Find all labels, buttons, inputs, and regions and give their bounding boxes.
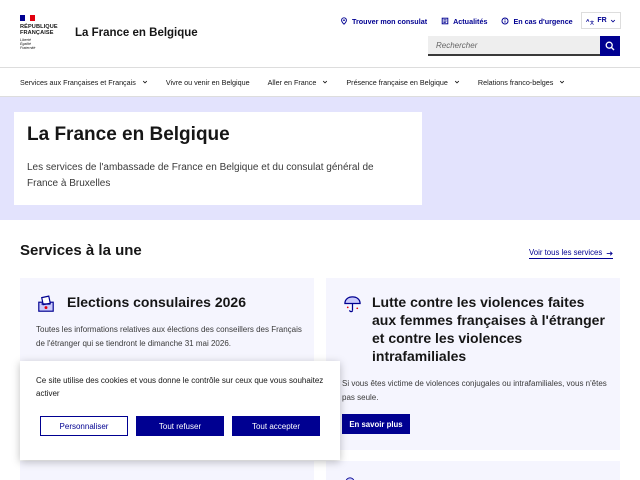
site-header: RÉPUBLIQUE FRANÇAISE Liberté Égalité Fra… (0, 0, 640, 67)
translate-icon: A文 (586, 17, 594, 25)
quick-links: Trouver mon consulat Actualités En cas d… (340, 14, 587, 28)
cookie-buttons: Personnaliser Tout refuser Tout accepter (40, 416, 328, 436)
chevron-down-icon (610, 19, 615, 23)
site-title[interactable]: La France en Belgique (75, 27, 198, 39)
services-section-title: Services à la une (20, 242, 142, 259)
logo-line-2: FRANÇAISE (20, 30, 54, 37)
search-button[interactable] (600, 36, 620, 56)
search-input[interactable] (428, 36, 600, 56)
chevron-down-icon (454, 80, 459, 84)
card-description: Si vous êtes victime de violences conjug… (342, 379, 607, 402)
hero-card: La France en Belgique Les services de l'… (14, 112, 422, 205)
language-selector[interactable]: A文 FR (581, 12, 621, 29)
chevron-down-icon (560, 80, 565, 84)
nav-item-services[interactable]: Services aux Françaises et Français (20, 78, 148, 87)
chevron-down-icon (323, 80, 328, 84)
nav-item-relations[interactable]: Relations franco-belges (478, 78, 566, 87)
quick-link-urgence[interactable]: En cas d'urgence (501, 17, 573, 26)
nav-item-aller[interactable]: Aller en France (268, 78, 329, 87)
hero-banner: La France en Belgique Les services de l'… (0, 97, 640, 220)
cookie-text: Ce site utilise des cookies et vous donn… (36, 376, 324, 398)
accept-all-button[interactable]: Tout accepter (232, 416, 320, 436)
logo-motto: Liberté Égalité Fraternité (20, 38, 36, 51)
arrow-right-icon (606, 250, 614, 256)
info-icon (501, 17, 509, 25)
card-description: Toutes les informations relatives aux él… (36, 325, 302, 348)
newspaper-icon (441, 17, 449, 25)
republique-francaise-logo[interactable]: RÉPUBLIQUE FRANÇAISE Liberté Égalité Fra… (20, 15, 64, 50)
umbrella-icon (344, 296, 361, 313)
chevron-down-icon (142, 80, 147, 84)
ballot-box-icon (38, 295, 54, 312)
partial-icon (345, 477, 355, 480)
learn-more-button[interactable]: En savoir plus (342, 414, 410, 434)
map-pin-icon (341, 17, 347, 25)
hero-description: Les services de l'ambassade de France en… (27, 162, 374, 189)
cookie-consent-banner: Ce site utilise des cookies et vous donn… (20, 361, 340, 460)
search-bar (428, 36, 620, 56)
customize-cookies-button[interactable]: Personnaliser (40, 416, 128, 436)
nav-item-presence[interactable]: Présence française en Belgique (346, 78, 460, 87)
refuse-all-button[interactable]: Tout refuser (136, 416, 224, 436)
main-navigation: Services aux Françaises et Français Vivr… (0, 67, 640, 97)
quick-link-actualites[interactable]: Actualités (441, 17, 487, 26)
service-card[interactable] (20, 461, 314, 480)
search-icon (605, 41, 615, 51)
page-title: La France en Belgique (27, 124, 230, 145)
service-card[interactable] (326, 461, 620, 480)
see-all-services-link[interactable]: Voir tous les services (529, 248, 614, 259)
svg-text:文: 文 (590, 19, 594, 25)
card-title: Elections consulaires 2026 (67, 294, 246, 310)
flag-icon (20, 15, 35, 21)
service-card-violences[interactable]: Lutte contre les violences faites aux fe… (326, 278, 620, 450)
nav-item-vivre[interactable]: Vivre ou venir en Belgique (166, 78, 250, 87)
card-title: Lutte contre les violences faites aux fe… (372, 294, 605, 364)
quick-link-consulat[interactable]: Trouver mon consulat (340, 17, 427, 26)
